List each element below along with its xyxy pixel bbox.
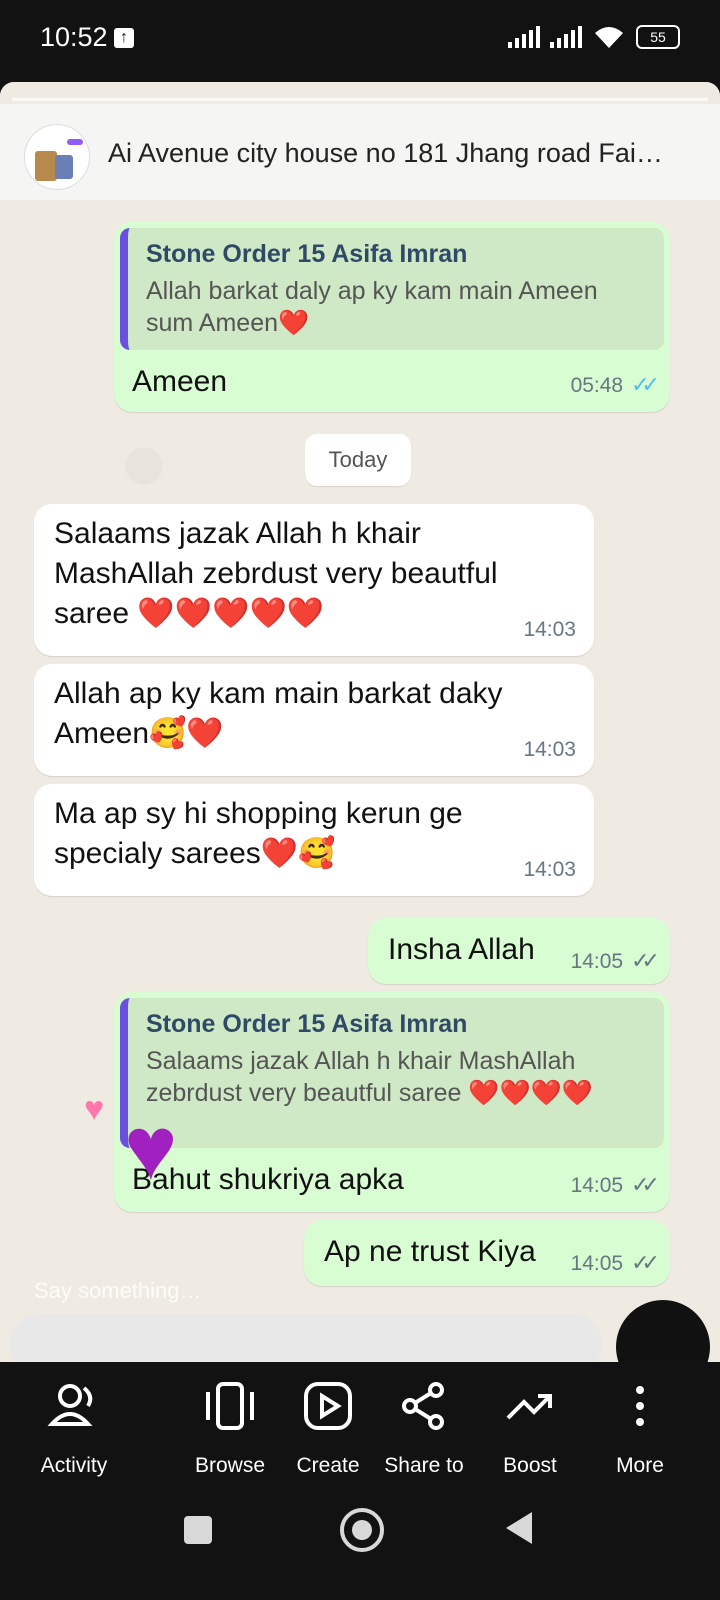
wifi-icon [595,27,623,48]
upload-notification-icon: ↑ [114,28,134,48]
quoted-message: Stone Order 15 Asifa Imran Allah barkat … [120,228,664,350]
avatar[interactable] [24,124,90,190]
message-text: Ma ap sy hi shopping kerun ge specialy s… [54,797,463,870]
quote-text: Allah barkat daly ap ky kam main Ameen s… [146,277,598,337]
quoted-message: Stone Order 15 Asifa Imran Salaams jazak… [120,998,664,1148]
home-icon[interactable] [340,1508,384,1552]
message-outgoing: Insha Allah 14:05 ✓✓ [368,918,670,984]
activity-button[interactable]: Activity [28,1376,120,1478]
signal-icon-2 [550,26,582,48]
boost-label: Boost [503,1454,557,1477]
message-text: Ap ne trust Kiya [324,1235,536,1268]
date-divider: Today [305,434,411,486]
boost-icon [500,1376,560,1436]
activity-label: Activity [40,1454,108,1477]
story-title: Ai Avenue city house no 181 Jhang road F… [108,138,663,168]
delivered-ticks-icon: ✓✓ [631,1250,660,1275]
message-meta: 14:05 ✓✓ [570,948,660,974]
browse-icon [200,1376,260,1436]
message-outgoing: Ap ne trust Kiya 14:05 ✓✓ [304,1220,670,1286]
share-button[interactable]: Share to [372,1376,476,1478]
message-text: Insha Allah [388,933,535,966]
message-time: 14:05 [570,950,624,973]
share-icon [394,1376,454,1436]
activity-icon [44,1376,104,1436]
message-incoming: Salaams jazak Allah h khair MashAllah ze… [34,504,594,656]
battery-icon: 55 [636,25,680,49]
message-outgoing-reply: Stone Order 15 Asifa Imran Allah barkat … [114,222,670,412]
signal-icon [508,26,540,48]
message-meta: 14:05 ✓✓ [570,1172,660,1198]
create-label: Create [296,1454,360,1477]
browse-label: Browse [194,1454,266,1477]
browse-button[interactable]: Browse [184,1376,276,1478]
story-progress-bar [12,98,708,101]
message-incoming: Ma ap sy hi shopping kerun ge specialy s… [34,784,594,896]
delivered-ticks-icon: ✓✓ [631,948,660,973]
quote-text: Salaams jazak Allah h khair MashAllah ze… [146,1047,593,1107]
reply-placeholder[interactable]: Say something… [34,1278,202,1304]
more-icon [610,1376,670,1436]
boost-button[interactable]: Boost [484,1376,576,1478]
read-ticks-icon: ✓✓ [631,372,660,397]
status-bar: 10:52 ↑ 55 [0,0,720,80]
message-time: 14:03 [523,738,576,761]
quote-author: Stone Order 15 Asifa Imran [146,240,468,268]
floating-heart-large-icon: ♥ [124,1099,178,1199]
message-meta: 05:48 ✓✓ [570,372,660,398]
message-text: Salaams jazak Allah h khair MashAllah ze… [54,517,498,630]
share-label: Share to [384,1454,464,1477]
create-icon [298,1376,358,1436]
bottom-action-bar: Activity Browse Create Share to Boost Mo… [0,1362,720,1478]
story-viewer[interactable]: Stone Order 15 Asifa Imran Allah barkat … [0,82,720,1362]
reply-input[interactable] [10,1314,602,1362]
message-outgoing-reply: Stone Order 15 Asifa Imran Salaams jazak… [114,992,670,1212]
message-time: 14:03 [523,858,576,881]
message-meta: 14:05 ✓✓ [570,1250,660,1276]
message-time: 14:03 [523,618,576,641]
message-time: 14:05 [570,1174,624,1197]
more-label: More [616,1454,664,1477]
delivered-ticks-icon: ✓✓ [631,1172,660,1197]
message-incoming: Allah ap ky kam main barkat daky Ameen🥰❤… [34,664,594,776]
status-time: 10:52 [40,22,108,52]
quote-author: Stone Order 15 Asifa Imran [146,1010,468,1038]
floating-heart-icon: ♥ [84,1090,105,1128]
message-text: Ameen [132,365,228,398]
more-button[interactable]: More [594,1376,686,1478]
recents-icon[interactable] [184,1516,212,1544]
message-text: Allah ap ky kam main barkat daky Ameen🥰❤… [54,677,503,750]
chat-screenshot: Stone Order 15 Asifa Imran Allah barkat … [0,82,720,1362]
story-header: Ai Avenue city house no 181 Jhang road F… [0,104,720,200]
status-icons: 55 [508,24,680,50]
back-icon[interactable] [506,1512,532,1544]
message-time: 05:48 [570,374,624,397]
create-button[interactable]: Create [282,1376,374,1478]
system-navigation-bar [0,1478,720,1600]
message-time: 14:05 [570,1252,624,1275]
